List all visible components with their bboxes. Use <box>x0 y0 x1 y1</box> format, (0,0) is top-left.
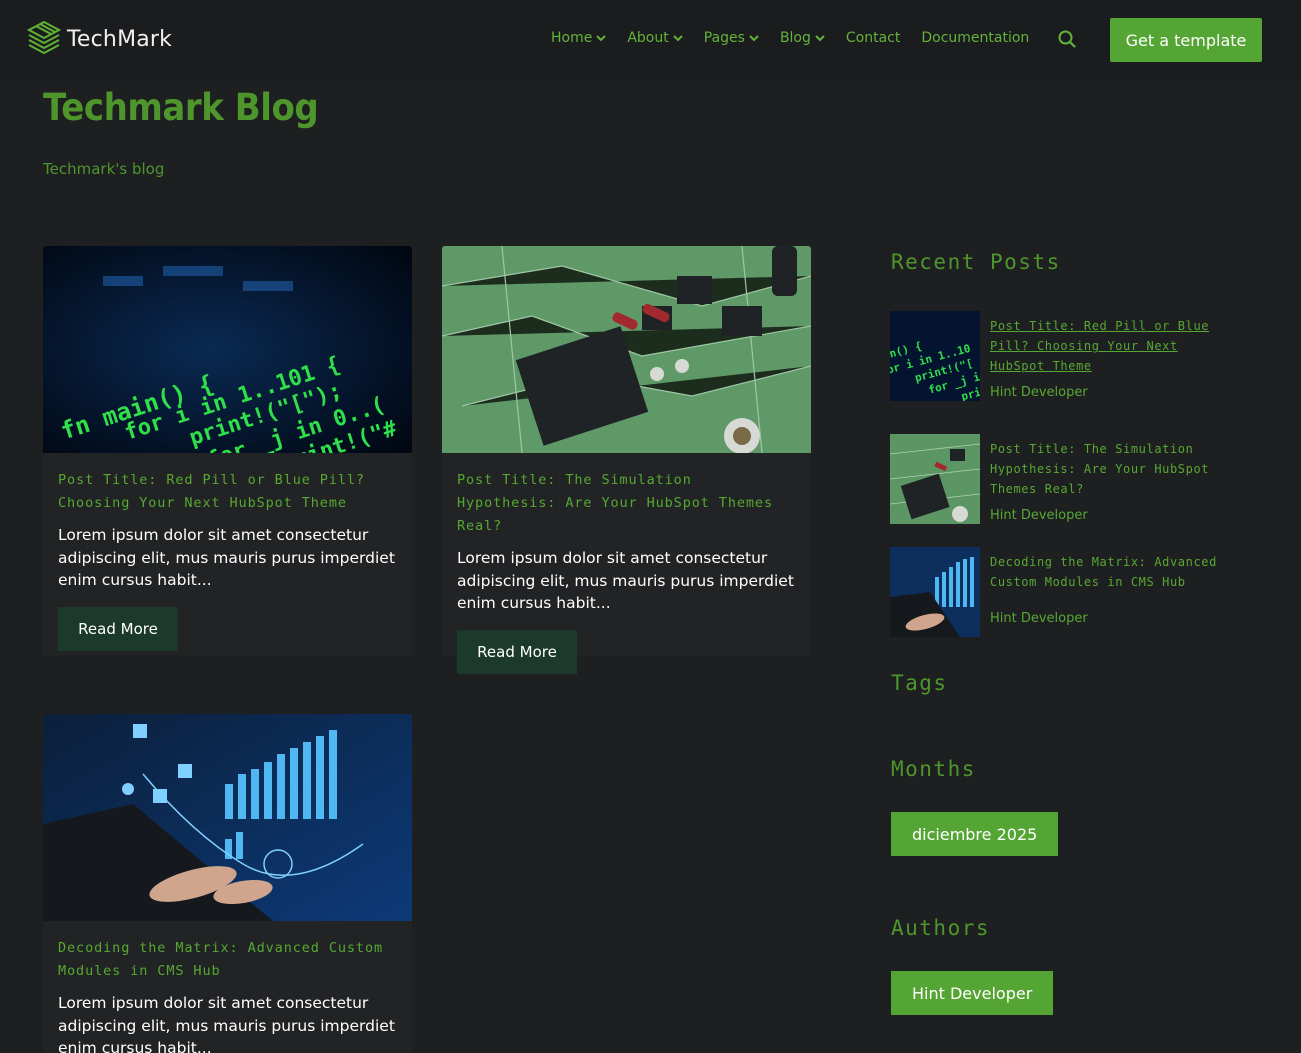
post-excerpt: Lorem ipsum dolor sit amet consectetur a… <box>58 994 395 1053</box>
main-nav: Home About Pages Blog Contact Documentat… <box>551 30 1050 46</box>
chevron-down-icon <box>596 34 607 41</box>
nav-item-about[interactable]: About <box>627 30 683 46</box>
post-card: Decoding the Matrix: Advanced Custom Mod… <box>43 714 412 1053</box>
page-title: Techmark Blog <box>43 86 319 129</box>
logo-icon <box>27 20 61 55</box>
nav-item-pages[interactable]: Pages <box>704 30 759 46</box>
recent-post-item[interactable]: in() { or i in 1..10 print!("[ for _j i … <box>890 311 1240 403</box>
post-title[interactable]: Post Title: The Simulation Hypothesis: A… <box>457 469 796 538</box>
post-image-circuit[interactable] <box>442 246 811 453</box>
nav-label: Contact <box>845 30 901 46</box>
post-image-matrix-laptop[interactable] <box>43 714 412 921</box>
recent-post-item[interactable]: Decoding the Matrix: Advanced Custom Mod… <box>890 547 1240 639</box>
author-filter-button[interactable]: Hint Developer <box>891 971 1054 1015</box>
recent-posts-heading: Recent Posts <box>891 250 1061 274</box>
recent-post-author: Hint Developer <box>990 611 1088 626</box>
nav-label: Blog <box>779 30 811 46</box>
post-excerpt: Lorem ipsum dolor sit amet consectetur a… <box>457 549 794 612</box>
nav-label: Pages <box>703 30 745 46</box>
chevron-down-icon <box>815 34 825 41</box>
logo[interactable]: TechMark <box>27 20 172 58</box>
read-more-button[interactable]: Read More <box>58 606 178 651</box>
post-title[interactable]: Decoding the Matrix: Advanced Custom Mod… <box>58 937 397 983</box>
post-excerpt: Lorem ipsum dolor sit amet consectetur a… <box>58 526 395 589</box>
nav-label: Home <box>551 30 593 46</box>
post-card: Post Title: The Simulation Hypothesis: A… <box>442 246 811 674</box>
nav-item-home[interactable]: Home <box>551 30 607 46</box>
authors-heading: Authors <box>891 916 991 940</box>
post-title[interactable]: Post Title: Red Pill or Blue Pill? Choos… <box>58 469 397 515</box>
month-filter-button[interactable]: diciembre 2025 <box>891 812 1059 856</box>
page-subtitle: Techmark's blog <box>43 160 165 178</box>
recent-post-author: Hint Developer <box>990 508 1088 523</box>
post-card: fn main() { for i in 1..101 { print!("["… <box>43 246 412 656</box>
site-header: TechMark Home About Pages Blog Contact D… <box>0 0 1301 80</box>
recent-post-title[interactable]: Decoding the Matrix: Advanced Custom Mod… <box>990 552 1240 592</box>
tags-heading: Tags <box>891 671 948 695</box>
recent-post-thumb[interactable] <box>890 434 980 524</box>
chevron-down-icon <box>673 34 683 41</box>
nav-item-contact[interactable]: Contact <box>846 30 900 46</box>
post-image-code[interactable]: fn main() { for i in 1..101 { print!("["… <box>43 246 412 453</box>
recent-post-title[interactable]: Post Title: The Simulation Hypothesis: A… <box>990 439 1240 499</box>
logo-text: TechMark <box>67 26 173 52</box>
nav-item-blog[interactable]: Blog <box>780 30 825 46</box>
recent-post-thumb[interactable] <box>890 547 980 637</box>
recent-post-thumb[interactable]: in() { or i in 1..10 print!("[ for _j i … <box>890 311 980 401</box>
recent-post-author: Hint Developer <box>990 385 1088 400</box>
months-heading: Months <box>891 757 976 781</box>
nav-label: Documentation <box>921 30 1030 46</box>
search-icon <box>1058 30 1076 48</box>
recent-post-item[interactable]: Post Title: The Simulation Hypothesis: A… <box>890 434 1240 526</box>
get-template-button[interactable]: Get a template <box>1110 18 1262 62</box>
recent-post-title[interactable]: Post Title: Red Pill or Blue Pill? Choos… <box>990 316 1240 376</box>
nav-label: About <box>627 30 669 46</box>
nav-item-documentation[interactable]: Documentation <box>921 30 1029 46</box>
chevron-down-icon <box>749 34 759 41</box>
search-button[interactable] <box>1058 30 1076 48</box>
read-more-button[interactable]: Read More <box>457 629 577 674</box>
